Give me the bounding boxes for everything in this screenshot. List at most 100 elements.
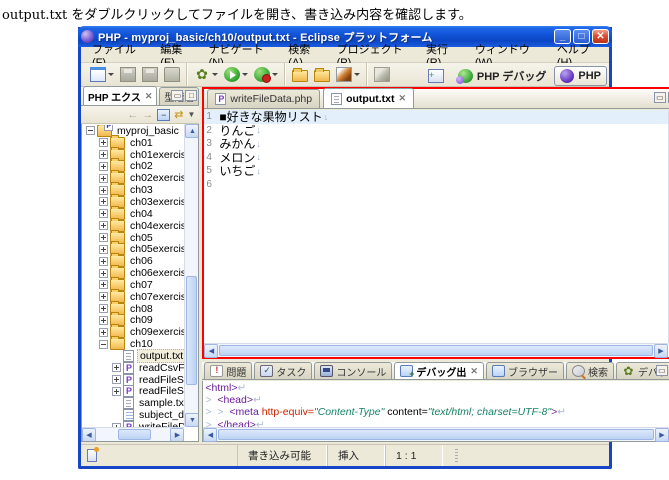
- tab-コンソール[interactable]: コンソール: [314, 362, 392, 379]
- expander-plus-icon[interactable]: [99, 245, 108, 254]
- expander-minus-icon[interactable]: [86, 126, 95, 135]
- editor-horizontal-scrollbar[interactable]: ◀ ▶: [204, 343, 668, 357]
- tree-item-ch03exercise[interactable]: ch03exercise: [82, 196, 184, 208]
- expander-plus-icon[interactable]: [99, 162, 108, 171]
- print-button[interactable]: [162, 66, 182, 83]
- expander-plus-icon[interactable]: [99, 316, 108, 325]
- expander-minus-icon[interactable]: [99, 340, 108, 349]
- expander-plus-icon[interactable]: [112, 363, 121, 372]
- tree-item-ch07exercise[interactable]: ch07exercise: [82, 291, 184, 303]
- highlight-wand-button[interactable]: [334, 66, 362, 83]
- tab-デバッグ出[interactable]: デバッグ出✕: [394, 362, 484, 379]
- expander-plus-icon[interactable]: [99, 233, 108, 242]
- tab-writeFileData-php[interactable]: writeFileData.php: [207, 89, 320, 108]
- save-all-button[interactable]: [140, 66, 160, 83]
- perspective-php[interactable]: PHP: [554, 66, 607, 86]
- close-tab-icon[interactable]: ✕: [145, 91, 153, 102]
- dropdown-arrow-icon[interactable]: [354, 73, 360, 76]
- editor-line[interactable]: 6: [204, 178, 668, 192]
- tab-タスク[interactable]: タスク: [254, 362, 312, 379]
- tree-item-ch06[interactable]: ch06: [82, 255, 184, 267]
- tree-item-readFileShowAllData-php[interactable]: readFileShowAllData.php: [82, 374, 184, 386]
- tree-vertical-scrollbar[interactable]: ▲ ▼: [184, 124, 198, 427]
- tree-item-ch05[interactable]: ch05: [82, 232, 184, 244]
- tree-item-ch09[interactable]: ch09: [82, 315, 184, 327]
- link-with-editor-icon[interactable]: ⇄: [174, 109, 183, 121]
- expander-plus-icon[interactable]: [99, 280, 108, 289]
- tree-item-output-txt[interactable]: output.txt: [82, 350, 184, 362]
- back-arrow-icon[interactable]: ←: [127, 109, 138, 121]
- tree-item-ch06exercise[interactable]: ch06exercise: [82, 267, 184, 279]
- editor-line[interactable]: 3みかん↓: [204, 137, 668, 151]
- tree-item-readFileShowData-php[interactable]: readFileShowData.php: [82, 386, 184, 398]
- tab-output-txt[interactable]: output.txt✕: [323, 88, 414, 108]
- tree-item-ch08[interactable]: ch08: [82, 303, 184, 315]
- save-button[interactable]: [118, 66, 138, 83]
- text-editor[interactable]: 1■好きな果物リスト↓2りんご↓3みかん↓4メロン↓5いちご↓6 ▲ ▼ ◀ ▶: [204, 110, 669, 357]
- expander-plus-icon[interactable]: [99, 138, 108, 147]
- tree-item-ch04[interactable]: ch04: [82, 208, 184, 220]
- editor-line[interactable]: 1■好きな果物リスト↓: [204, 110, 668, 124]
- tree-item-ch02exercise[interactable]: ch02exercise: [82, 172, 184, 184]
- tree-item-myproj_basic[interactable]: myproj_basic: [82, 125, 184, 137]
- tree-item-ch09exercise[interactable]: ch09exercise: [82, 326, 184, 338]
- open-php-file-button[interactable]: [290, 67, 310, 83]
- tree-item-ch07[interactable]: ch07: [82, 279, 184, 291]
- fast-view-icon[interactable]: [87, 449, 97, 462]
- tree-horizontal-scrollbar[interactable]: ◀ ▶: [82, 427, 184, 441]
- expander-plus-icon[interactable]: [99, 209, 108, 218]
- expander-plus-icon[interactable]: [99, 150, 108, 159]
- expander-plus-icon[interactable]: [99, 269, 108, 278]
- maximize-view-icon[interactable]: □: [185, 90, 197, 101]
- dropdown-arrow-icon[interactable]: [108, 73, 114, 76]
- tree-item-ch04exercise[interactable]: ch04exercise: [82, 220, 184, 232]
- close-tab-icon[interactable]: ✕: [470, 366, 478, 377]
- tree-item-ch02[interactable]: ch02: [82, 161, 184, 173]
- tree-item-ch01[interactable]: ch01: [82, 137, 184, 149]
- expander-plus-icon[interactable]: [99, 197, 108, 206]
- expander-plus-icon[interactable]: [112, 387, 121, 396]
- close-tab-icon[interactable]: ✕: [399, 93, 407, 104]
- tree-item-sample-txt[interactable]: sample.txt: [82, 397, 184, 409]
- perspective-php-デバッグ[interactable]: PHP デバッグ: [453, 66, 551, 86]
- tree-item-ch01exercise[interactable]: ch01exercise: [82, 149, 184, 161]
- view-menu-icon[interactable]: ▼: [187, 109, 195, 121]
- open-folder-button[interactable]: [312, 67, 332, 83]
- editor-line[interactable]: 4メロン↓: [204, 151, 668, 165]
- tree-item-ch03[interactable]: ch03: [82, 184, 184, 196]
- tab-PHP-エクス[interactable]: PHP エクス✕: [83, 86, 157, 105]
- tree-item-ch05exercise[interactable]: ch05exercise: [82, 243, 184, 255]
- expander-plus-icon[interactable]: [99, 174, 108, 183]
- open-perspective-icon[interactable]: [428, 69, 444, 83]
- debug-output-view[interactable]: <html>↵> <head>↵> > <meta http-equiv="Co…: [202, 381, 669, 442]
- run-button[interactable]: [222, 66, 250, 83]
- expander-plus-icon[interactable]: [99, 304, 108, 313]
- expander-plus-icon[interactable]: [99, 292, 108, 301]
- expander-plus-icon[interactable]: [112, 375, 121, 384]
- dropdown-arrow-icon[interactable]: [272, 73, 278, 76]
- tab-検索[interactable]: 検索: [566, 362, 614, 379]
- minimize-view-icon[interactable]: ▭: [654, 92, 666, 103]
- mark-occurrences-button[interactable]: [372, 66, 392, 83]
- dropdown-arrow-icon[interactable]: [242, 73, 248, 76]
- forward-arrow-icon[interactable]: →: [142, 109, 153, 121]
- dropdown-arrow-icon[interactable]: [212, 73, 218, 76]
- new-wizard-button[interactable]: [88, 66, 116, 83]
- profile-button[interactable]: [252, 66, 280, 83]
- minimize-view-icon[interactable]: ▭: [171, 90, 183, 101]
- minimize-view-icon[interactable]: ▭: [656, 365, 668, 376]
- console-horizontal-scrollbar[interactable]: ◀ ▶: [203, 427, 669, 441]
- expander-plus-icon[interactable]: [99, 257, 108, 266]
- tab-問題[interactable]: 問題: [204, 362, 252, 379]
- tab-ブラウザー[interactable]: ブラウザー: [486, 362, 564, 379]
- debug-button[interactable]: ✿: [192, 66, 220, 83]
- expander-plus-icon[interactable]: [99, 328, 108, 337]
- editor-line[interactable]: 5いちご↓: [204, 164, 668, 178]
- expander-plus-icon[interactable]: [99, 186, 108, 195]
- expander-plus-icon[interactable]: [99, 221, 108, 230]
- perspective-switcher: PHP デバッグPHP: [428, 65, 607, 87]
- editor-line[interactable]: 2りんご↓: [204, 124, 668, 138]
- tree-item-subject_data-csv[interactable]: subject_data.csv: [82, 409, 184, 421]
- tree-item-readCsvFile-php[interactable]: readCsvFile.php: [82, 362, 184, 374]
- collapse-all-icon[interactable]: −: [157, 109, 170, 121]
